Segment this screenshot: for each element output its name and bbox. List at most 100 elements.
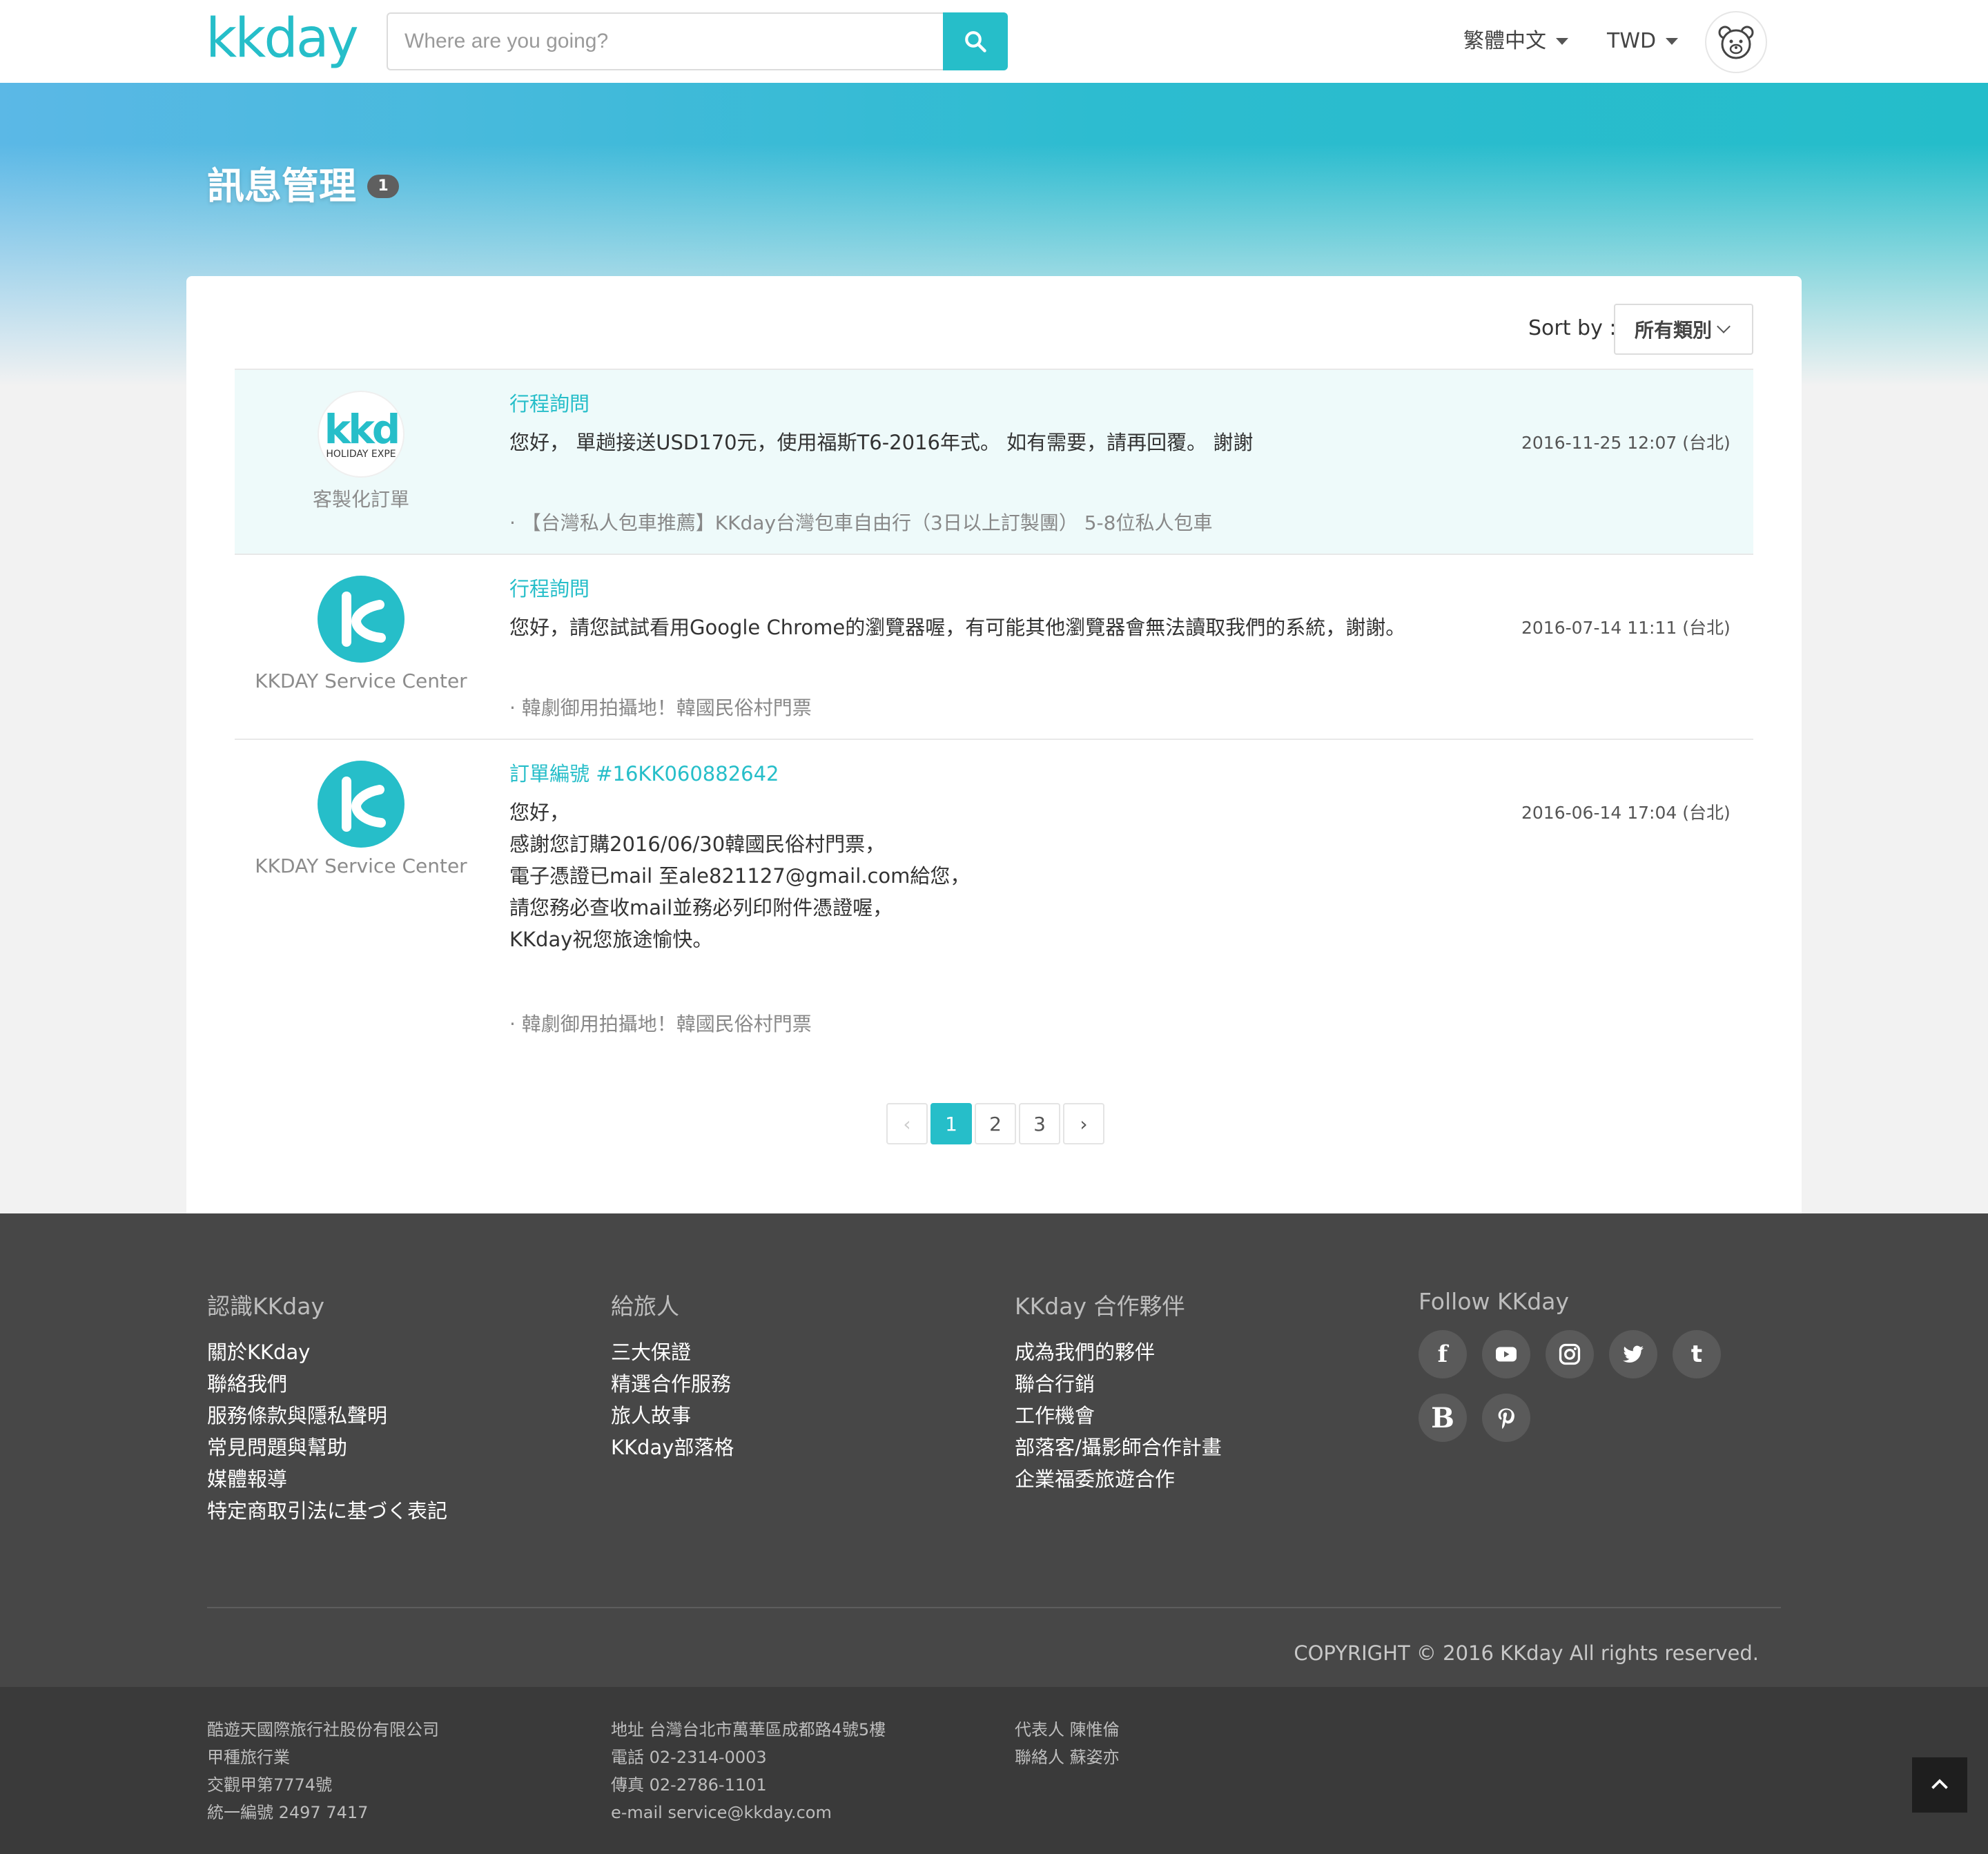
- footer-link[interactable]: 部落客/攝影師合作計畫: [1015, 1432, 1222, 1463]
- company-info-line: 電話 02-2314-0003: [611, 1748, 767, 1767]
- company-contact-column: 地址 台灣台北市萬華區成都路4號5樓 電話 02-2314-0003 傳真 02…: [611, 1716, 886, 1826]
- message-body-line: 電子憑證已mail 至ale821127@gmail.com給您，: [509, 864, 971, 888]
- chevron-down-icon: [1717, 320, 1731, 333]
- kkday-k-icon: [342, 592, 386, 647]
- footer-link[interactable]: 三大保證: [611, 1336, 734, 1368]
- instagram-icon[interactable]: [1546, 1330, 1594, 1378]
- message-item[interactable]: KKDAY Service Center 訂單編號 #16KK060882642…: [235, 739, 1753, 1035]
- currency-label: TWD: [1607, 29, 1657, 53]
- page-title: 訊息管理 1: [207, 155, 399, 210]
- company-info-line: 統一編號 2497 7417: [207, 1803, 369, 1822]
- footer-heading: 認識KKday: [207, 1293, 324, 1320]
- message-subject[interactable]: 訂單編號 #16KK060882642: [509, 758, 779, 787]
- footer-link[interactable]: 特定商取引法に基づく表記: [207, 1495, 447, 1527]
- sender-logo: kkd HOLIDAY EXPE: [318, 391, 405, 478]
- message-sender: kkd HOLIDAY EXPE 客製化訂單: [235, 391, 487, 512]
- message-item[interactable]: kkd HOLIDAY EXPE 客製化訂單 行程詢問 您好， 單趟接送USD1…: [235, 369, 1753, 554]
- top-navbar: kkday 繁體中文 TWD: [0, 0, 1988, 83]
- social-links: f t B: [1419, 1330, 1750, 1442]
- footer-link[interactable]: 精選合作服務: [611, 1368, 734, 1400]
- sender-logo-text: kkd: [324, 406, 401, 453]
- message-subject[interactable]: 行程詢問: [509, 573, 589, 602]
- footer-follow-column: Follow KKday f t B: [1419, 1288, 1750, 1442]
- related-product-link[interactable]: · 【台灣私人包車推薦】KKday台灣包車自由行（3日以上訂製團） 5-8位私人…: [509, 508, 1212, 536]
- footer-link[interactable]: 工作機會: [1015, 1400, 1222, 1432]
- footer-link[interactable]: KKday部落格: [611, 1432, 734, 1463]
- company-info-column: 酷遊天國際旅行社股份有限公司 甲種旅行業 交觀甲第7774號 統一編號 2497…: [207, 1716, 439, 1826]
- message-body-line: KKday祝您旅途愉快。: [509, 928, 713, 951]
- message-body: 您好，請您試試看用Google Chrome的瀏覽器喔，有可能其他瀏覽器會無法讀…: [509, 612, 1405, 643]
- pagination: ‹ 1 2 3 ›: [886, 1103, 1104, 1144]
- message-subject[interactable]: 行程詢問: [509, 388, 589, 417]
- company-info-footer: 酷遊天國際旅行社股份有限公司 甲種旅行業 交觀甲第7774號 統一編號 2497…: [0, 1687, 1988, 1854]
- footer-link[interactable]: 企業福委旅遊合作: [1015, 1463, 1222, 1495]
- search-icon: [965, 31, 986, 52]
- company-info-line: 代表人 陳惟倫: [1015, 1720, 1120, 1739]
- messages-card: Sort by : 所有類別 kkd HOLIDAY EXPE 客製化訂單 行程…: [186, 276, 1802, 1213]
- back-to-top-button[interactable]: [1912, 1757, 1967, 1813]
- related-product-link[interactable]: · 韓劇御用拍攝地！韓國民俗村門票: [509, 693, 812, 721]
- twitter-icon[interactable]: [1609, 1330, 1657, 1378]
- next-page-button[interactable]: ›: [1063, 1103, 1104, 1144]
- footer-travelers-column: 給旅人 三大保證 精選合作服務 旅人故事 KKday部落格: [611, 1288, 734, 1463]
- company-info-line: 傳真 02-2786-1101: [611, 1775, 767, 1795]
- youtube-icon[interactable]: [1482, 1330, 1530, 1378]
- facebook-icon[interactable]: f: [1419, 1330, 1467, 1378]
- user-avatar[interactable]: [1705, 11, 1767, 73]
- message-body: 您好， 單趟接送USD170元，使用福斯T6-2016年式。 如有需要，請再回覆…: [509, 427, 1253, 458]
- sort-label: Sort by :: [1528, 316, 1617, 340]
- page-button[interactable]: 2: [975, 1103, 1016, 1144]
- message-item[interactable]: KKDAY Service Center 行程詢問 您好，請您試試看用Googl…: [235, 554, 1753, 739]
- sender-name: KKDAY Service Center: [255, 670, 467, 692]
- sender-name: 客製化訂單: [312, 488, 409, 511]
- sender-logo-subtext: HOLIDAY EXPE: [326, 449, 396, 460]
- prev-page-button[interactable]: ‹: [886, 1103, 928, 1144]
- message-body-line: 您好，: [509, 801, 570, 824]
- language-label: 繁體中文: [1463, 29, 1546, 53]
- company-info-line: 交觀甲第7774號: [207, 1775, 333, 1795]
- message-body-line: 您好，請您試試看用Google Chrome的瀏覽器喔，有可能其他瀏覽器會無法讀…: [509, 616, 1406, 639]
- footer-link[interactable]: 關於KKday: [207, 1336, 447, 1368]
- footer-about-column: 認識KKday 關於KKday 聯絡我們 服務條款與隱私聲明 常見問題與幫助 媒…: [207, 1288, 447, 1527]
- message-date: 2016-06-14 17:04 (台北): [1521, 803, 1731, 823]
- footer-link[interactable]: 服務條款與隱私聲明: [207, 1400, 447, 1432]
- pinterest-icon[interactable]: [1482, 1394, 1530, 1442]
- footer-heading: KKday 合作夥伴: [1015, 1293, 1185, 1320]
- company-info-line: 聯絡人 蘇姿亦: [1015, 1748, 1120, 1767]
- related-product-link[interactable]: · 韓劇御用拍攝地！韓國民俗村門票: [509, 1009, 812, 1037]
- sender-logo: [318, 576, 405, 663]
- company-info-line: 酷遊天國際旅行社股份有限公司: [207, 1720, 439, 1739]
- tumblr-icon[interactable]: t: [1673, 1330, 1721, 1378]
- footer-link[interactable]: 成為我們的夥伴: [1015, 1336, 1222, 1368]
- blogger-icon[interactable]: B: [1419, 1394, 1467, 1442]
- language-selector[interactable]: 繁體中文: [1463, 28, 1568, 55]
- footer-link[interactable]: 媒體報導: [207, 1463, 447, 1495]
- sender-name: KKDAY Service Center: [255, 855, 467, 877]
- site-footer: 認識KKday 關於KKday 聯絡我們 服務條款與隱私聲明 常見問題與幫助 媒…: [0, 1213, 1988, 1687]
- message-sender: KKDAY Service Center: [235, 576, 487, 692]
- footer-link[interactable]: 聯絡我們: [207, 1368, 447, 1400]
- sender-logo: [318, 761, 405, 848]
- company-info-line: 甲種旅行業: [207, 1748, 290, 1767]
- search-button[interactable]: [943, 12, 1008, 70]
- chevron-up-icon: [1931, 1779, 1948, 1789]
- footer-partners-column: KKday 合作夥伴 成為我們的夥伴 聯合行銷 工作機會 部落客/攝影師合作計畫…: [1015, 1288, 1222, 1495]
- footer-divider: [207, 1607, 1781, 1608]
- category-sort-select[interactable]: 所有類別: [1614, 304, 1753, 355]
- message-date: 2016-11-25 12:07 (台北): [1521, 433, 1731, 453]
- copyright-text: COPYRIGHT © 2016 KKday All rights reserv…: [1294, 1641, 1759, 1665]
- kkday-k-icon: [342, 777, 386, 832]
- page-button[interactable]: 3: [1019, 1103, 1060, 1144]
- company-email-link[interactable]: e-mail service@kkday.com: [611, 1799, 886, 1826]
- caret-down-icon: [1666, 38, 1679, 45]
- kkday-logo[interactable]: kkday: [206, 4, 359, 73]
- footer-link[interactable]: 常見問題與幫助: [207, 1432, 447, 1463]
- caret-down-icon: [1556, 38, 1568, 45]
- currency-selector[interactable]: TWD: [1607, 28, 1679, 55]
- footer-link[interactable]: 聯合行銷: [1015, 1368, 1222, 1400]
- page-button[interactable]: 1: [930, 1103, 972, 1144]
- unread-count-badge: 1: [367, 174, 399, 198]
- message-body-line: 感謝您訂購2016/06/30韓國民俗村門票，: [509, 832, 886, 856]
- footer-link[interactable]: 旅人故事: [611, 1400, 734, 1432]
- search-input[interactable]: [387, 12, 944, 70]
